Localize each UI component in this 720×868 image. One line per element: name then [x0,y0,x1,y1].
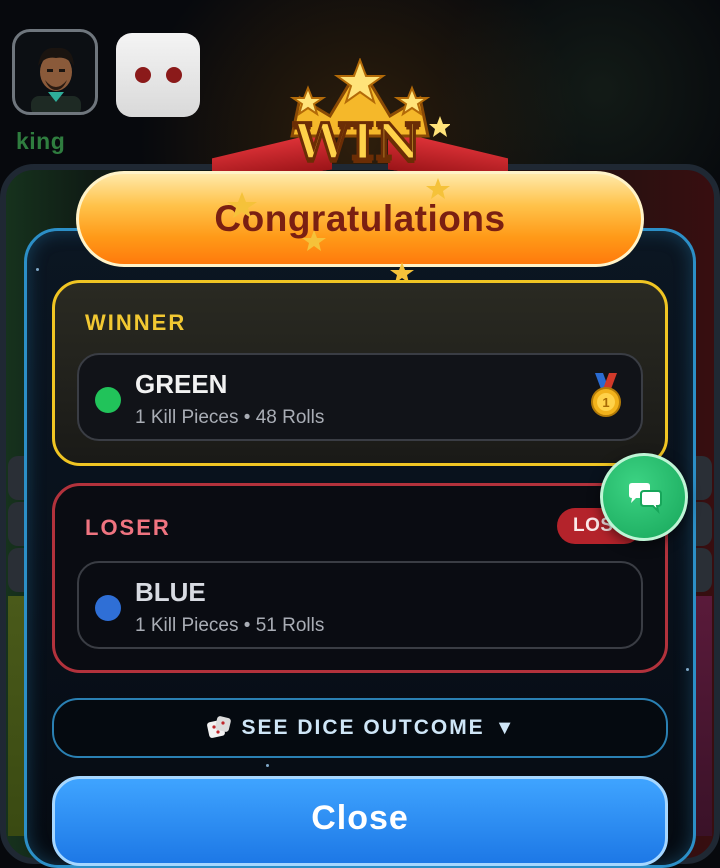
loser-color-dot [95,595,121,621]
dice-pip [135,67,151,83]
dice-icon [206,716,231,738]
star-icon [227,192,257,218]
winner-title: WINNER [85,310,187,335]
loser-color-name: BLUE [135,577,206,607]
winner-color-dot [95,387,121,413]
player-dice[interactable] [116,33,200,117]
star-icon [426,178,450,199]
loser-stats: 1 Kill Pieces • 51 Rolls [135,615,325,636]
loser-card: BLUE 1 Kill Pieces • 51 Rolls [77,561,643,649]
svg-text:1: 1 [602,395,609,410]
winner-color-name: GREEN [135,369,228,399]
star-icon [302,230,326,251]
winner-section: WINNER GREEN 1 Kill Pieces • 48 Rolls 1 [52,280,668,466]
winner-card: GREEN 1 Kill Pieces • 48 Rolls 1 [77,353,643,441]
win-badge-text: WIN [292,111,423,173]
see-dice-outcome-label: SEE DICE OUTCOME [241,716,485,739]
chevron-down-icon: ▼ [494,716,515,739]
close-button[interactable]: Close [52,776,668,866]
sparkle-dot [36,268,39,271]
player-name: king [16,128,66,154]
gold-medal-icon: 1 [591,373,621,417]
chat-button[interactable] [600,453,688,541]
loser-title: LOSER [85,515,171,540]
player-avatar[interactable] [12,29,98,115]
dice-pip [166,67,182,83]
see-dice-outcome-button[interactable]: SEE DICE OUTCOME ▼ [52,698,668,758]
sparkle-dot [266,764,269,767]
chat-bubbles-icon [629,483,662,514]
loser-section: LOSER LOST BLUE 1 Kill Pieces • 51 Rolls [52,483,668,673]
winner-stats: 1 Kill Pieces • 48 Rolls [135,407,325,428]
sparkle-dot [686,668,689,671]
avatar-portrait-icon [31,47,81,112]
close-button-label: Close [311,799,409,837]
